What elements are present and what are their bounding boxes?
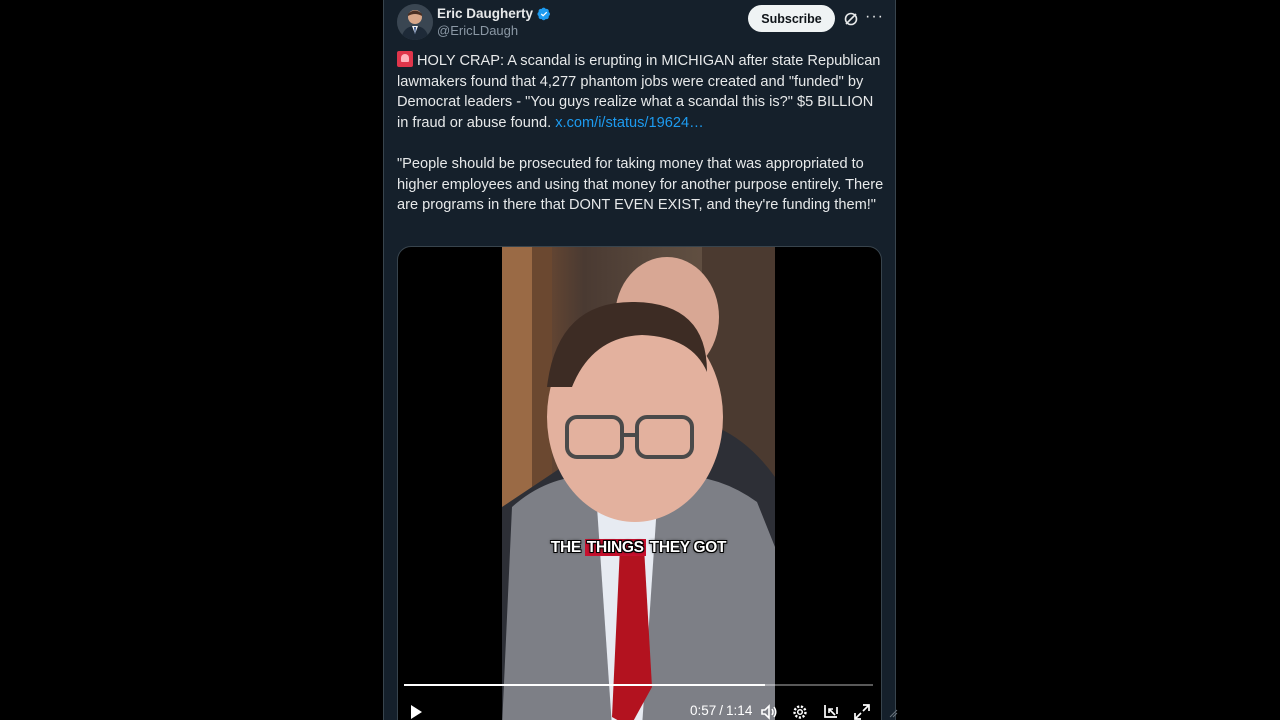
author-avatar[interactable] bbox=[397, 4, 433, 40]
tweet-text: HOLY CRAP: A scandal is erupting in MICH… bbox=[397, 51, 887, 216]
video-time-readout: 0:57 / 1:14 bbox=[690, 703, 752, 718]
author-name-row[interactable]: Eric Daugherty bbox=[437, 6, 551, 21]
tweet-panel: Eric Daugherty @EricLDaugh Subscribe ···… bbox=[383, 0, 896, 720]
subscribe-button[interactable]: Subscribe bbox=[748, 5, 835, 32]
video-caption: THE THINGS THEY GOT bbox=[502, 539, 775, 557]
current-time: 0:57 bbox=[690, 703, 717, 718]
time-separator: / bbox=[719, 703, 724, 718]
video-progress-bar[interactable] bbox=[404, 684, 873, 686]
avatar-image bbox=[397, 4, 433, 40]
video-player[interactable]: THE THINGS THEY GOT 0:57 / 1:14 bbox=[397, 246, 882, 720]
video-progress-fill bbox=[404, 684, 766, 686]
status-link[interactable]: x.com/i/status/19624… bbox=[555, 115, 703, 131]
rotating-light-emoji bbox=[397, 51, 413, 67]
verified-badge-icon bbox=[537, 7, 551, 20]
author-display-name[interactable]: Eric Daugherty bbox=[437, 6, 533, 21]
author-handle[interactable]: @EricLDaugh bbox=[437, 23, 518, 38]
fullscreen-icon[interactable] bbox=[853, 703, 871, 720]
video-frame[interactable]: THE THINGS THEY GOT bbox=[502, 247, 775, 720]
video-still-image bbox=[502, 247, 775, 720]
caption-post: THEY GOT bbox=[645, 539, 727, 556]
tweet-paragraph-2: "People should be prosecuted for taking … bbox=[397, 155, 884, 214]
volume-icon[interactable] bbox=[760, 703, 778, 720]
tweet-paragraph-1: HOLY CRAP: A scandal is erupting in MICH… bbox=[397, 51, 887, 133]
caption-pre: THE bbox=[550, 539, 585, 556]
play-icon[interactable] bbox=[408, 703, 424, 720]
settings-icon[interactable] bbox=[791, 703, 809, 720]
caption-highlight: THINGS bbox=[584, 539, 646, 556]
duration: 1:14 bbox=[726, 703, 753, 718]
grok-icon[interactable] bbox=[843, 11, 859, 27]
more-icon[interactable]: ··· bbox=[865, 9, 884, 25]
resize-grip-icon[interactable] bbox=[889, 709, 898, 718]
picture-in-picture-icon[interactable] bbox=[822, 703, 840, 720]
